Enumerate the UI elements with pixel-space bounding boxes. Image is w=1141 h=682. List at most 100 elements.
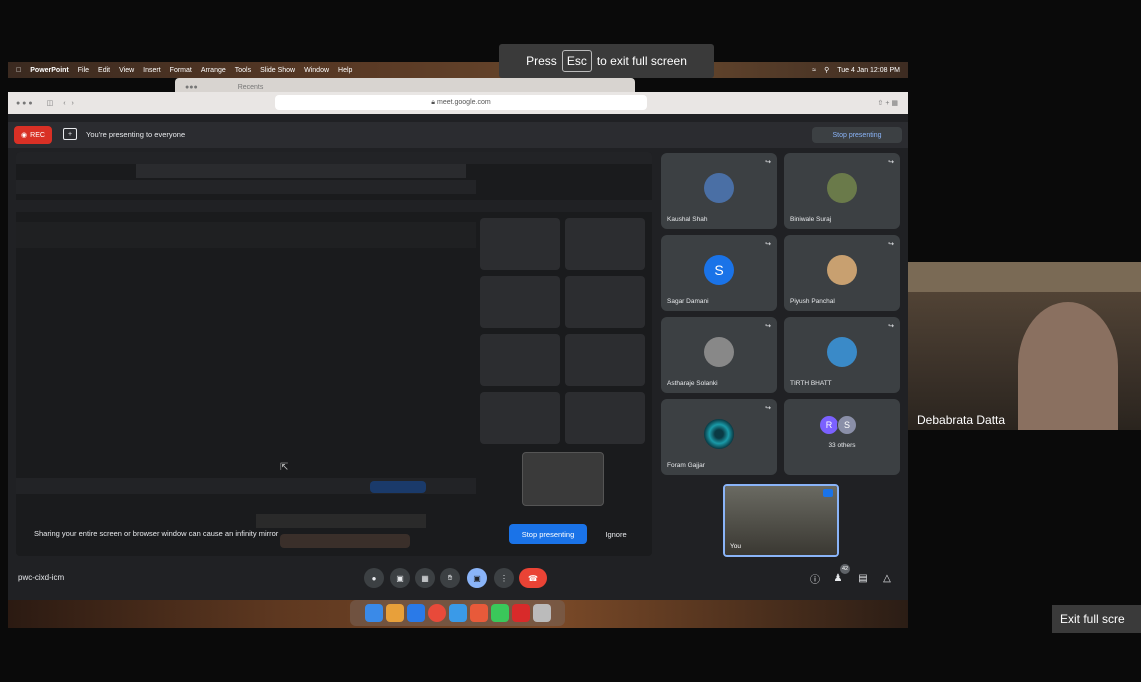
banner-rest-text: to exit full screen xyxy=(596,54,687,68)
participant-name: Kaushal Shah xyxy=(667,216,708,223)
menu-edit[interactable]: Edit xyxy=(98,67,110,74)
self-name: You xyxy=(730,543,741,550)
menu-tools[interactable]: Tools xyxy=(235,67,251,74)
mic-muted-icon: ↪ xyxy=(765,159,771,166)
banner-press-text: Press xyxy=(526,54,557,68)
mic-muted-icon: ↪ xyxy=(888,323,894,330)
back-icon[interactable]: ‹ xyxy=(63,100,65,107)
facetime-icon[interactable] xyxy=(490,604,509,622)
leave-call-button[interactable]: ☎︎ xyxy=(519,568,547,588)
present-screen-icon: + xyxy=(63,128,77,140)
menu-format[interactable]: Format xyxy=(170,67,192,74)
mic-button[interactable]: ● xyxy=(364,568,384,588)
others-avatars: R S xyxy=(819,415,857,435)
ignore-button[interactable]: Ignore xyxy=(596,524,636,544)
screen:  PowerPoint File Edit View Insert Forma… xyxy=(0,0,1141,682)
avatar xyxy=(704,419,734,449)
avatar xyxy=(827,255,857,285)
participant-name: Astharaje Solanki xyxy=(667,380,718,387)
webcam-participant-name: Debabrata Datta xyxy=(917,413,1006,427)
participant-tile[interactable]: ↪ Biniwale Suraj xyxy=(784,153,900,229)
activities-button[interactable]: △ xyxy=(878,569,896,587)
search-icon[interactable]: ⚲ xyxy=(824,66,829,74)
traffic-lights-icon[interactable]: ●●● xyxy=(185,84,198,91)
mic-muted-icon: ↪ xyxy=(765,405,771,412)
infinity-mirror-warning: Sharing your entire screen or browser wi… xyxy=(34,529,279,538)
more-options-button[interactable]: ⋮ xyxy=(494,568,514,588)
exit-fullscreen-button[interactable]: Exit full scre xyxy=(1052,605,1141,633)
present-button[interactable]: ▣ xyxy=(467,568,487,588)
menu-help[interactable]: Help xyxy=(338,67,352,74)
avatar xyxy=(704,337,734,367)
avatar xyxy=(827,337,857,367)
esc-key: Esc xyxy=(561,50,592,72)
sidebar-icon[interactable]: ◫ xyxy=(47,99,54,107)
powerpoint-icon[interactable] xyxy=(469,604,488,622)
presenting-message: You're presenting to everyone xyxy=(86,130,186,139)
stop-presenting-button[interactable]: Stop presenting xyxy=(509,524,587,544)
participant-tile[interactable]: ↪ Astharaje Solanki xyxy=(661,317,777,393)
participant-tile[interactable]: ↪ Foram Gajjar xyxy=(661,399,777,475)
url-text: meet.google.com xyxy=(436,99,491,106)
acrobat-icon[interactable] xyxy=(511,604,530,622)
menu-slide-show[interactable]: Slide Show xyxy=(260,67,295,74)
menubar-datetime[interactable]: Tue 4 Jan 12:08 PM xyxy=(837,67,900,74)
participant-name: Biniwale Suraj xyxy=(790,216,832,223)
mac-menubar:  PowerPoint File Edit View Insert Forma… xyxy=(8,62,908,78)
forward-icon[interactable]: › xyxy=(72,100,74,107)
participant-tile[interactable]: ↪ TIRTH BHATT xyxy=(784,317,900,393)
address-bar[interactable]: 🔒︎ meet.google.com xyxy=(275,95,647,110)
launchpad-icon[interactable] xyxy=(385,604,404,622)
mail-icon[interactable] xyxy=(448,604,467,622)
participant-tile[interactable]: ↪ Piyush Panchal xyxy=(784,235,900,311)
finder-title: Recents xyxy=(237,83,264,91)
menu-window[interactable]: Window xyxy=(304,67,329,74)
trash-icon[interactable] xyxy=(532,604,551,622)
captions-button[interactable]: ▦ xyxy=(415,568,435,588)
participant-tile[interactable]: ↪ S Sagar Damani xyxy=(661,235,777,311)
mouse-cursor-icon: ⇱ xyxy=(280,462,289,473)
mic-muted-icon: ↪ xyxy=(765,323,771,330)
avatar: S xyxy=(704,255,734,285)
menu-file[interactable]: File xyxy=(78,67,89,74)
webcam-video xyxy=(908,262,1141,430)
raise-hand-button[interactable]: ✋︎ xyxy=(440,568,460,588)
apple-icon[interactable]:  xyxy=(16,67,21,74)
stop-presenting-top-button[interactable]: Stop presenting xyxy=(812,127,902,143)
menu-insert[interactable]: Insert xyxy=(143,67,161,74)
lock-icon: 🔒︎ xyxy=(431,98,436,106)
menu-arrange[interactable]: Arrange xyxy=(201,67,226,74)
share-icon[interactable]: ⇧ + ▦ xyxy=(878,99,898,107)
wifi-icon[interactable]: ≈ xyxy=(812,67,816,74)
safari-icon[interactable] xyxy=(406,604,425,622)
info-button[interactable]: ⓘ xyxy=(806,569,824,587)
meeting-code: pwc-cixd-icm xyxy=(18,573,65,582)
chat-button[interactable]: ▤ xyxy=(854,569,872,587)
participant-name: Foram Gajjar xyxy=(667,462,705,469)
avatar xyxy=(827,173,857,203)
mic-muted-icon: ↪ xyxy=(765,241,771,248)
avatar: S xyxy=(837,415,857,435)
participant-name: TIRTH BHATT xyxy=(790,380,832,387)
dock xyxy=(350,600,565,626)
finder-icon[interactable] xyxy=(364,604,383,622)
participant-count-badge: 42 xyxy=(840,564,850,574)
participant-tile[interactable]: ↪ Kaushal Shah xyxy=(661,153,777,229)
window-controls-icon[interactable]: ● ● ● xyxy=(16,100,33,107)
record-icon: ◉ xyxy=(21,132,28,139)
others-tile[interactable]: R S 33 others xyxy=(784,399,900,475)
audio-indicator-icon xyxy=(823,489,833,497)
chrome-icon[interactable] xyxy=(427,604,446,622)
recording-badge: ◉ REC xyxy=(14,126,52,144)
others-count: 33 others xyxy=(828,442,856,449)
mic-muted-icon: ↪ xyxy=(888,241,894,248)
rec-label: REC xyxy=(30,131,45,139)
avatar xyxy=(704,173,734,203)
participant-name: Sagar Damani xyxy=(667,298,709,305)
menubar-app-name[interactable]: PowerPoint xyxy=(30,67,69,74)
menu-view[interactable]: View xyxy=(119,67,134,74)
screen-share-mirror: ⇱ xyxy=(16,152,652,556)
participant-name: Piyush Panchal xyxy=(790,298,835,305)
camera-button[interactable]: ▣ xyxy=(390,568,410,588)
exit-fullscreen-banner: Press Esc to exit full screen xyxy=(499,44,714,78)
